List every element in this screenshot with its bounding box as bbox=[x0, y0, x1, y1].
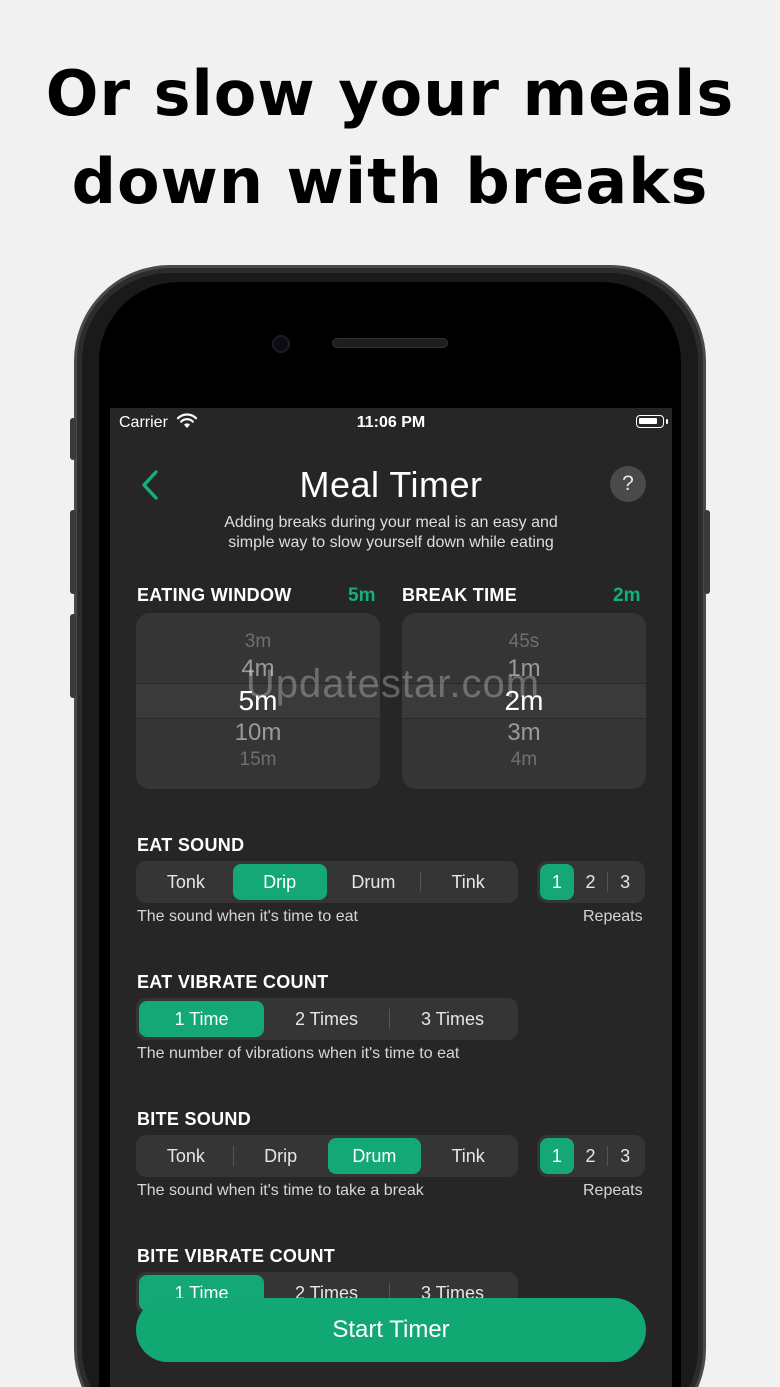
page-title: Meal Timer bbox=[299, 464, 483, 505]
picker-option[interactable]: 3m bbox=[136, 631, 380, 653]
eat-repeats-option-3[interactable]: 3 bbox=[608, 864, 642, 900]
earpiece-speaker bbox=[332, 338, 448, 348]
picker-option[interactable]: 4m bbox=[402, 749, 646, 771]
break-time-value: 2m bbox=[613, 585, 641, 606]
subtitle-line-1: Adding breaks during your meal is an eas… bbox=[224, 514, 558, 531]
eat-vibrate-option-1[interactable]: 1 Time bbox=[139, 1001, 264, 1037]
bite-repeats-option-1[interactable]: 1 bbox=[540, 1138, 574, 1174]
eat-sound-repeats-control: 1 2 3 bbox=[537, 861, 645, 903]
eat-repeats-label: Repeats bbox=[583, 908, 643, 925]
eat-vibrate-label: EAT VIBRATE COUNT bbox=[137, 972, 329, 992]
bite-sound-hint: The sound when it's time to take a break bbox=[137, 1182, 424, 1199]
eat-vibrate-segmented-control: 1 Time 2 Times 3 Times bbox=[136, 998, 518, 1040]
picker-option[interactable]: 15m bbox=[136, 749, 380, 771]
front-camera bbox=[272, 335, 290, 353]
status-bar: Carrier 11:06 PM bbox=[110, 408, 672, 438]
eat-repeats-option-2[interactable]: 2 bbox=[574, 864, 608, 900]
question-mark-icon[interactable]: ? bbox=[610, 466, 646, 502]
bite-sound-option-drip[interactable]: Drip bbox=[234, 1138, 328, 1174]
headline-line-2: down with breaks bbox=[71, 145, 709, 218]
eat-sound-option-tink[interactable]: Tink bbox=[421, 864, 515, 900]
eat-sound-option-tonk[interactable]: Tonk bbox=[139, 864, 233, 900]
eating-window-label: EATING WINDOW bbox=[137, 585, 292, 605]
headline-line-1: Or slow your meals bbox=[45, 57, 735, 130]
battery-nub bbox=[666, 419, 668, 424]
start-timer-button[interactable]: Start Timer bbox=[136, 1298, 646, 1362]
bite-sound-label: BITE SOUND bbox=[137, 1109, 252, 1129]
phone-volume-up bbox=[70, 510, 76, 594]
subtitle-line-2: simple way to slow yourself down while e… bbox=[228, 534, 554, 551]
bite-sound-option-tonk[interactable]: Tonk bbox=[139, 1138, 233, 1174]
bite-repeats-option-2[interactable]: 2 bbox=[574, 1138, 608, 1174]
eat-vibrate-option-3[interactable]: 3 Times bbox=[390, 1001, 515, 1037]
bite-repeats-label: Repeats bbox=[583, 1182, 643, 1199]
eat-sound-option-drip[interactable]: Drip bbox=[232, 864, 327, 900]
battery-icon bbox=[636, 415, 664, 428]
watermark: Updatestar.com bbox=[245, 662, 541, 706]
eat-repeats-option-1[interactable]: 1 bbox=[540, 864, 574, 900]
eat-sound-segmented-control: Tonk Drip Drum Tink bbox=[136, 861, 518, 903]
promo-headline: Or slow your meals down with breaks bbox=[0, 50, 780, 226]
picker-option[interactable]: 10m bbox=[136, 719, 380, 747]
phone-mute-switch bbox=[70, 418, 76, 460]
phone-volume-down bbox=[70, 614, 76, 698]
break-time-label: BREAK TIME bbox=[402, 585, 517, 605]
page-subtitle: Adding breaks during your meal is an eas… bbox=[170, 513, 612, 553]
bite-sound-option-tink[interactable]: Tink bbox=[421, 1138, 515, 1174]
eat-sound-label: EAT SOUND bbox=[137, 835, 245, 855]
bite-sound-segmented-control: Tonk Drip Drum Tink bbox=[136, 1135, 518, 1177]
app-screen: Carrier 11:06 PM Meal Timer ? Adding bre… bbox=[110, 408, 672, 1387]
bite-sound-option-drum[interactable]: Drum bbox=[327, 1138, 422, 1174]
eat-sound-hint: The sound when it's time to eat bbox=[137, 908, 358, 925]
eat-sound-option-drum[interactable]: Drum bbox=[327, 864, 421, 900]
eat-vibrate-option-2[interactable]: 2 Times bbox=[264, 1001, 389, 1037]
picker-option[interactable]: 3m bbox=[402, 719, 646, 747]
bite-sound-repeats-control: 1 2 3 bbox=[537, 1135, 645, 1177]
phone-power-button bbox=[704, 510, 710, 594]
eat-vibrate-hint: The number of vibrations when it's time … bbox=[137, 1045, 460, 1062]
bite-vibrate-label: BITE VIBRATE COUNT bbox=[137, 1246, 336, 1266]
status-time: 11:06 PM bbox=[356, 414, 426, 431]
eating-window-value: 5m bbox=[348, 585, 376, 606]
bite-repeats-option-3[interactable]: 3 bbox=[608, 1138, 642, 1174]
picker-option[interactable]: 45s bbox=[402, 631, 646, 653]
